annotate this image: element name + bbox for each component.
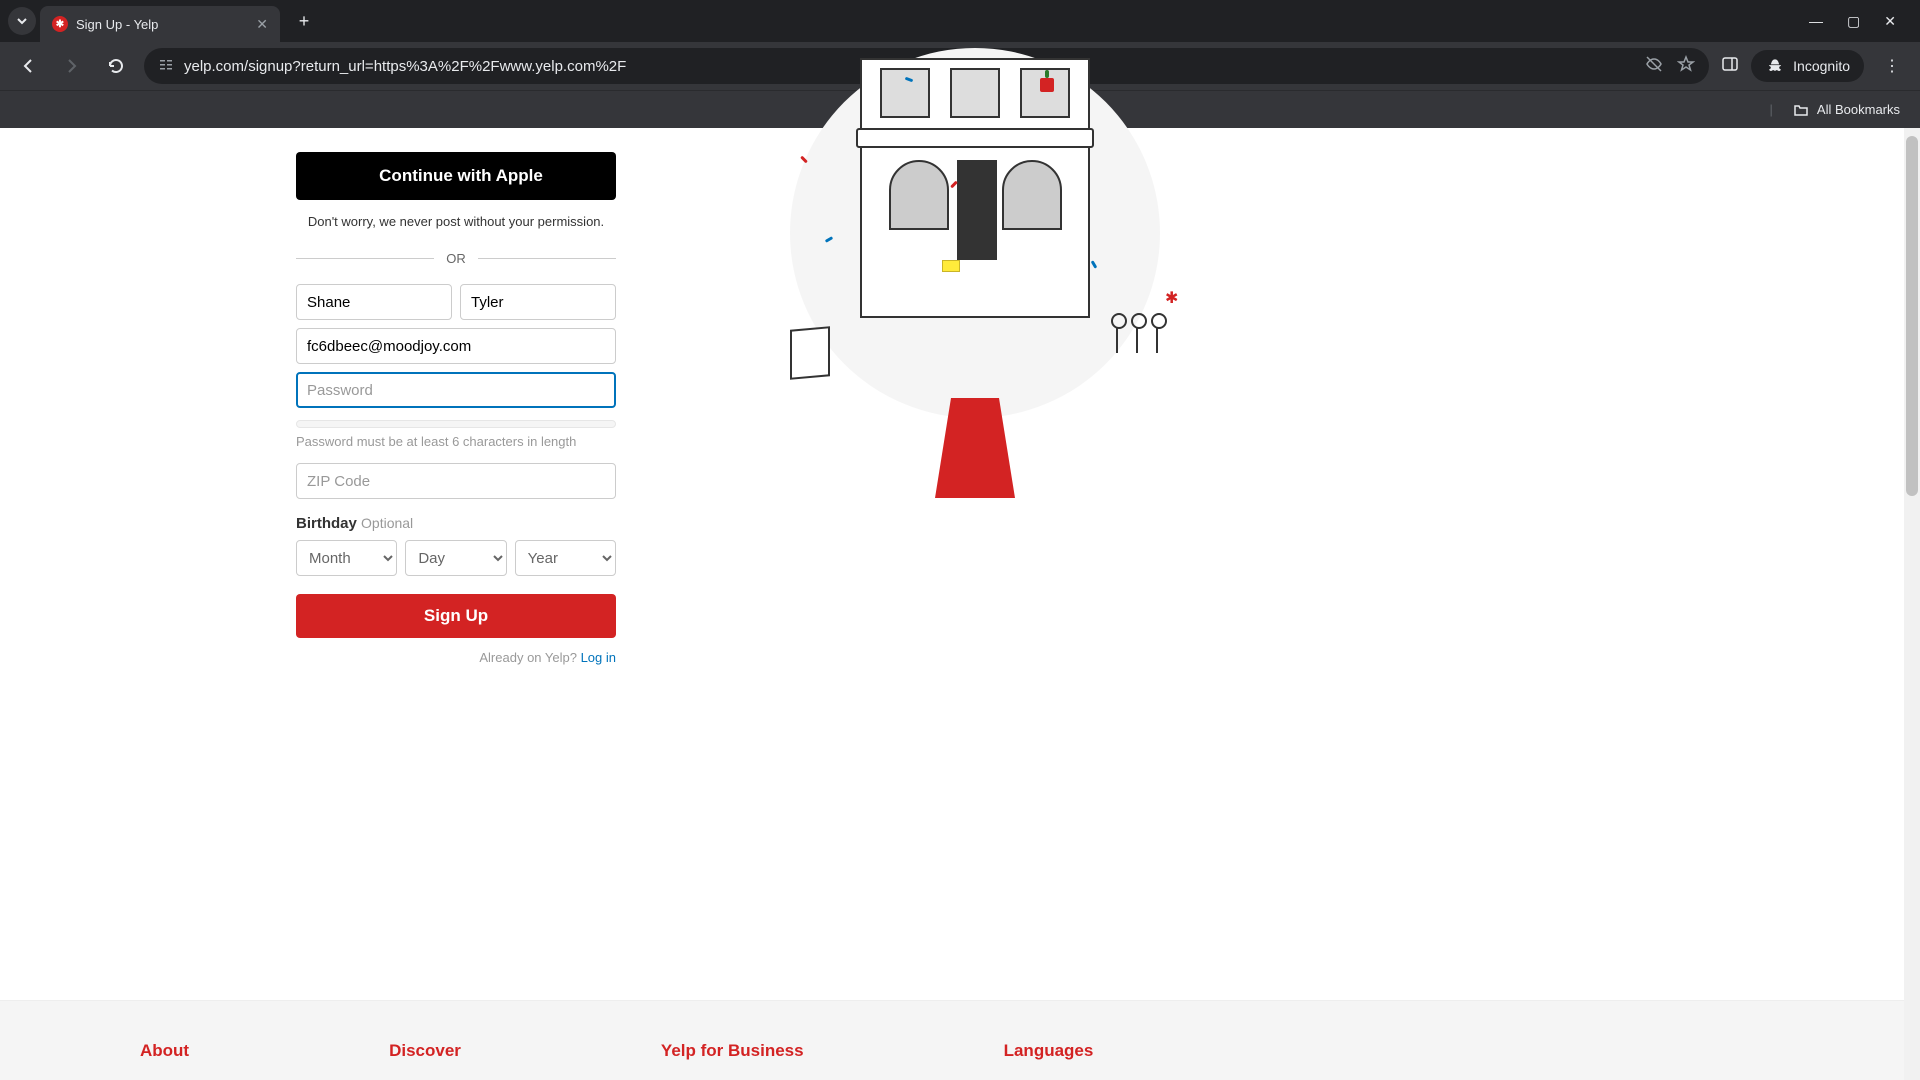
browser-menu-button[interactable]: ⋮	[1876, 56, 1908, 76]
close-window-button[interactable]: ✕	[1884, 13, 1896, 30]
or-label: OR	[434, 251, 478, 266]
birthday-label-text: Birthday	[296, 515, 357, 532]
birthday-day-select[interactable]: Day	[405, 540, 506, 576]
birthday-optional-text: Optional	[361, 515, 413, 531]
signup-form-column: Continue with Apple Don't worry, we neve…	[0, 128, 640, 1080]
arrow-right-icon	[63, 57, 81, 75]
bookmark-star-icon[interactable]	[1677, 55, 1695, 78]
signup-button-label: Sign Up	[424, 606, 488, 625]
password-hint: Password must be at least 6 characters i…	[296, 434, 616, 449]
browser-tab[interactable]: ✱ Sign Up - Yelp ✕	[40, 6, 280, 42]
first-name-input[interactable]	[296, 284, 452, 320]
page-footer: About Discover Yelp for Business Languag…	[0, 1000, 1920, 1080]
minimize-button[interactable]: —	[1809, 13, 1823, 30]
birthday-year-select[interactable]: Year	[515, 540, 616, 576]
signup-illustration: ✱	[790, 128, 1190, 428]
footer-heading-languages: Languages	[1004, 1041, 1094, 1080]
maximize-button[interactable]: ▢	[1847, 13, 1860, 30]
forward-button	[56, 50, 88, 82]
chevron-down-icon	[16, 15, 28, 27]
new-tab-button[interactable]: +	[290, 7, 318, 35]
folder-icon	[1793, 102, 1809, 118]
login-link[interactable]: Log in	[581, 650, 616, 665]
separator-line	[296, 258, 434, 259]
footer-heading-discover: Discover	[389, 1041, 461, 1080]
incognito-icon	[1765, 56, 1785, 76]
reload-icon	[107, 57, 125, 75]
arrow-left-icon	[19, 57, 37, 75]
incognito-badge[interactable]: Incognito	[1751, 50, 1864, 82]
all-bookmarks-button[interactable]: All Bookmarks	[1793, 102, 1900, 118]
scrollbar[interactable]	[1904, 128, 1920, 1080]
signup-submit-button[interactable]: Sign Up	[296, 594, 616, 638]
password-input[interactable]	[296, 372, 616, 408]
yelp-favicon-icon: ✱	[52, 16, 68, 32]
back-button[interactable]	[12, 50, 44, 82]
password-strength-bar	[296, 420, 616, 428]
page-content: Continue with Apple Don't worry, we neve…	[0, 128, 1920, 1080]
last-name-input[interactable]	[460, 284, 616, 320]
separator-line	[478, 258, 616, 259]
yelp-burst-icon: ✱	[1165, 288, 1178, 308]
permission-disclaimer: Don't worry, we never post without your …	[296, 214, 616, 229]
apple-button-label: Continue with Apple	[379, 166, 543, 186]
tab-strip: ✱ Sign Up - Yelp ✕ + — ▢ ✕	[0, 0, 1920, 42]
birthday-label: Birthday Optional	[296, 515, 616, 532]
or-separator: OR	[296, 251, 616, 266]
tab-title: Sign Up - Yelp	[76, 17, 248, 32]
reload-button[interactable]	[100, 50, 132, 82]
birthday-month-select[interactable]: Month	[296, 540, 397, 576]
window-controls: — ▢ ✕	[1809, 13, 1912, 30]
footer-heading-about: About	[140, 1041, 189, 1080]
footer-heading-business: Yelp for Business	[661, 1041, 804, 1080]
login-prompt: Already on Yelp? Log in	[296, 650, 616, 665]
already-on-yelp-text: Already on Yelp?	[479, 650, 580, 665]
tab-search-dropdown[interactable]	[8, 7, 36, 35]
incognito-label: Incognito	[1793, 58, 1850, 74]
illustration-column: ✱	[640, 128, 1920, 1080]
side-panel-icon[interactable]	[1721, 55, 1739, 78]
all-bookmarks-label: All Bookmarks	[1817, 102, 1900, 117]
close-icon[interactable]: ✕	[256, 16, 268, 33]
eye-off-icon[interactable]	[1645, 55, 1663, 78]
continue-with-apple-button[interactable]: Continue with Apple	[296, 152, 616, 200]
zip-code-input[interactable]	[296, 463, 616, 499]
scrollbar-thumb[interactable]	[1906, 136, 1918, 496]
email-input[interactable]	[296, 328, 616, 364]
site-settings-icon[interactable]	[158, 57, 174, 76]
